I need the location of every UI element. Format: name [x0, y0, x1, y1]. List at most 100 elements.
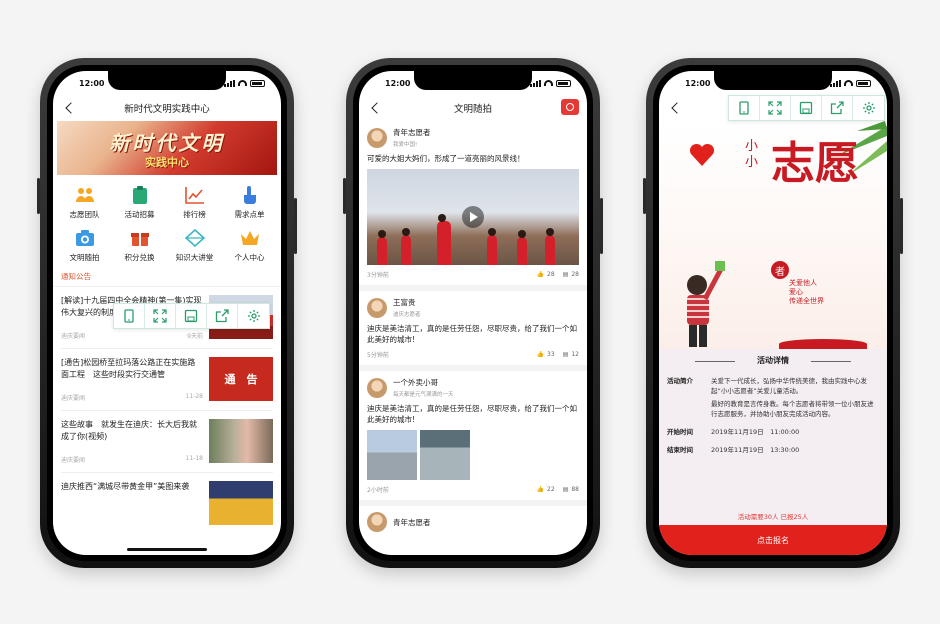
share-icon: [215, 309, 229, 323]
like-count: 33: [547, 351, 555, 358]
avatar[interactable]: [367, 377, 387, 398]
expand-icon: [153, 309, 167, 323]
grid-label: 个人中心: [234, 253, 265, 262]
settings-button[interactable]: [853, 96, 884, 120]
poster-title: 志愿: [771, 138, 859, 189]
girl-illustration: [687, 261, 725, 347]
grid-item-demand[interactable]: 需求点单: [222, 185, 277, 220]
avatar[interactable]: [367, 512, 387, 532]
settings-button[interactable]: [238, 304, 269, 328]
like-button[interactable]: 👍 33: [537, 351, 555, 358]
expand-button[interactable]: [145, 304, 176, 328]
back-icon[interactable]: [371, 102, 383, 114]
post-author-bio: 每天都是元气满满的一天: [393, 392, 454, 398]
post-text: 迪庆是美洁清工，真的是任劳任怨，尽职尽责，给了我们一个如此美好的城市!: [367, 324, 577, 344]
feed-post[interactable]: 王富贵 迪庆志愿者 迪庆是美洁清工，真的是任劳任怨，尽职尽责，给了我们一个如此美…: [359, 291, 587, 371]
feed-post[interactable]: 青年志愿者: [359, 506, 587, 538]
like-button[interactable]: 👍 22: [537, 486, 555, 493]
crown-icon: [240, 228, 260, 248]
comment-icon: ▤: [562, 486, 569, 493]
activity-screen: 12:00 小小 志愿 者 关爱他人 爱心 传递全世界 活动详情 活动简介 关爱…: [659, 71, 887, 555]
post-text: 可爱的大姐大妈们，形成了一道亮丽的风景线！: [367, 154, 525, 163]
expand-button[interactable]: [760, 96, 791, 120]
news-text: 这些故事 就发生在迪庆：长大后我就成了你(视频) 迪庆要闻 11-18: [61, 419, 203, 464]
grid-label: 志愿团队: [69, 210, 100, 219]
poster-badge: 者: [771, 261, 789, 279]
feed-post[interactable]: 青年志愿者 我爱中国! 可爱的大姐大妈们，形成了一道亮丽的风景线！ 3分钟前 👍…: [359, 121, 587, 291]
gear-icon: [247, 310, 260, 322]
notch: [714, 71, 832, 90]
grid-item-lecture[interactable]: 知识大讲堂: [167, 228, 222, 263]
intro-value: 关爱下一代成长，弘扬中华传统美德，我由实践中心发起“小小志愿者”关爱儿童活动。 …: [711, 376, 879, 419]
post-footer: 3分钟前 👍 28 ▤ 28: [367, 270, 579, 279]
post-image[interactable]: [367, 430, 417, 480]
post-author: 王富贵 迪庆志愿者: [393, 297, 421, 318]
share-button[interactable]: [822, 96, 853, 120]
gear-icon: [862, 102, 875, 114]
grid-label: 需求点单: [234, 210, 265, 219]
hero-banner[interactable]: 新时代文明 实践中心: [57, 121, 277, 175]
post-video[interactable]: [367, 169, 579, 265]
tablet-button[interactable]: [729, 96, 760, 120]
play-icon[interactable]: [462, 206, 484, 228]
comment-button[interactable]: ▤ 12: [563, 351, 579, 358]
post-author: 一个外卖小哥 每天都是元气满满的一天: [393, 377, 454, 398]
comment-button[interactable]: ▤ 28: [563, 271, 579, 278]
feed-screen: 12:00 文明随拍 青年志愿者 我爱中国! 可爱的大姐大妈们，形成了一道亮丽的…: [359, 71, 587, 555]
grid-item-ranking[interactable]: 排行榜: [167, 185, 222, 220]
share-button[interactable]: [207, 304, 238, 328]
comment-icon: ▤: [562, 271, 569, 278]
grid-label: 活动招募: [124, 210, 155, 219]
back-icon[interactable]: [65, 102, 77, 114]
grid-item-points[interactable]: 积分兑换: [112, 228, 167, 263]
post-image[interactable]: [420, 430, 470, 480]
grid-item-photo[interactable]: 文明随拍: [57, 228, 112, 263]
news-thumb-text: 通 告: [224, 373, 258, 386]
save-button[interactable]: [176, 304, 207, 328]
detail-end-row: 结束时间 2019年11月19日 13:30:00: [667, 445, 879, 455]
avatar[interactable]: [367, 127, 387, 148]
camera-button[interactable]: [561, 99, 579, 115]
poster-slogan: 关爱他人 爱心 传递全世界: [789, 279, 824, 306]
save-button[interactable]: [791, 96, 822, 120]
back-icon[interactable]: [671, 102, 683, 114]
like-count: 22: [547, 486, 555, 493]
poster-ground: [779, 339, 867, 349]
post-time: 3分钟前: [367, 272, 389, 279]
news-source: 迪庆要闻: [61, 457, 86, 464]
avatar[interactable]: [367, 297, 387, 318]
thumbs-up-icon: 👍: [536, 486, 545, 493]
wifi-icon: [238, 80, 247, 86]
news-item[interactable]: [通告]松园桥至拉玛落公路正在实施路面工程 这些时段实行交通管 迪庆要闻 11-2…: [61, 349, 273, 411]
like-count: 28: [547, 271, 555, 278]
grid-label: 排行榜: [183, 210, 206, 219]
signup-button[interactable]: 点击报名: [659, 525, 887, 555]
start-value: 2019年11月19日 11:00:00: [711, 428, 800, 436]
news-time: 11-18: [185, 455, 203, 462]
grid-item-team[interactable]: 志愿团队: [57, 185, 112, 220]
grid-item-recruit[interactable]: 活动招募: [112, 185, 167, 220]
grid-label: 知识大讲堂: [175, 253, 214, 262]
feed-post[interactable]: 一个外卖小哥 每天都是元气满满的一天 迪庆是美洁清工，真的是任劳任怨，尽职尽责，…: [359, 371, 587, 506]
gift-icon: [130, 228, 150, 248]
news-item[interactable]: 这些故事 就发生在迪庆：长大后我就成了你(视频) 迪庆要闻 11-18: [61, 411, 273, 473]
post-text: 迪庆是美洁清工，真的是任劳任怨，尽职尽责，给了我们一个如此美好的城市!: [367, 404, 577, 424]
grid-label: 文明随拍: [69, 253, 100, 262]
news-meta: 迪庆要闻 11-18: [61, 455, 203, 464]
banner-title: 新时代文明: [109, 130, 225, 155]
post-author-name: 青年志愿者: [393, 128, 431, 137]
news-time: 11-28: [185, 393, 203, 400]
grid-item-profile[interactable]: 个人中心: [222, 228, 277, 263]
battery-icon: [856, 79, 871, 87]
news-item[interactable]: 迪庆推西“满城尽带黄金甲”美图来袭: [61, 473, 273, 535]
end-label: 结束时间: [667, 446, 693, 454]
news-text: 迪庆推西“满城尽带黄金甲”美图来袭: [61, 481, 203, 527]
tablet-button[interactable]: [114, 304, 145, 328]
hand-icon: [240, 185, 260, 205]
post-images: [367, 430, 579, 480]
comment-button[interactable]: ▤ 88: [563, 486, 579, 493]
post-author-bio: 我爱中国!: [393, 142, 418, 148]
activity-detail: 活动详情 活动简介 关爱下一代成长，弘扬中华传统美德，我由实践中心发起“小小志愿…: [659, 349, 887, 525]
like-button[interactable]: 👍 28: [537, 271, 555, 278]
notice-bar[interactable]: 通知公告: [53, 267, 281, 287]
